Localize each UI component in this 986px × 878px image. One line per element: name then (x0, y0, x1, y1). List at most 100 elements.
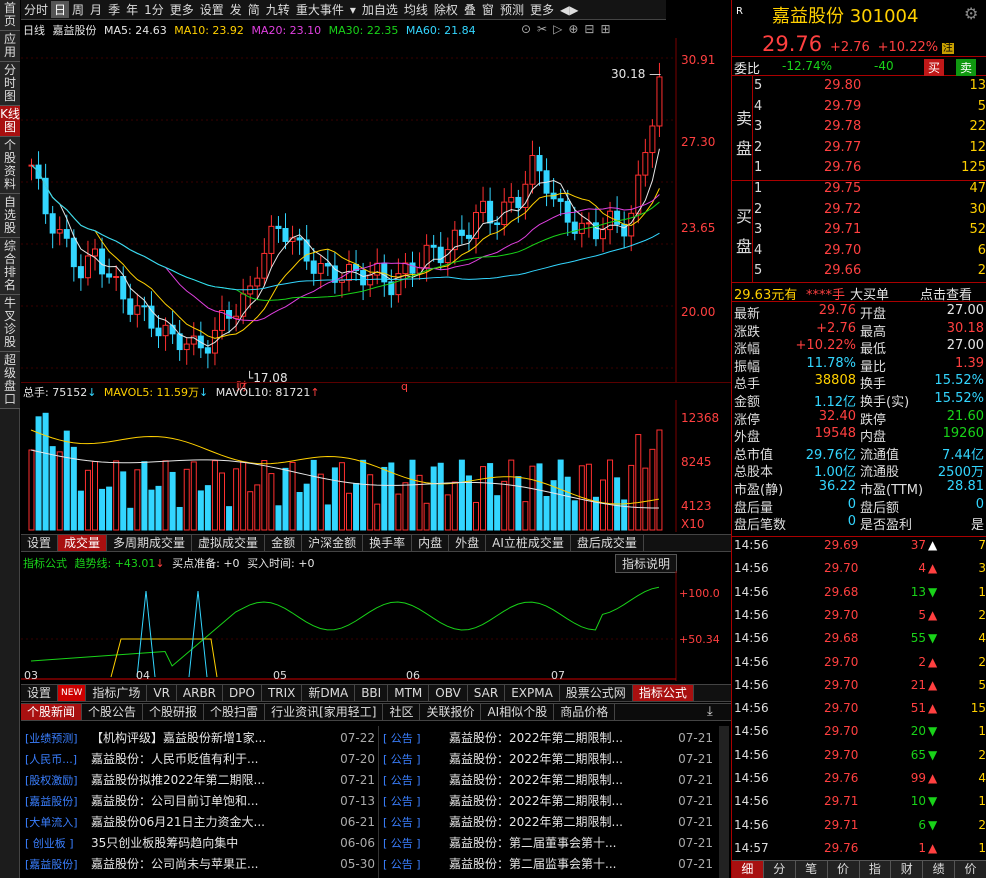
toolbar-item[interactable]: 分时 (21, 1, 51, 18)
download-icon[interactable]: ⤓ (707, 704, 713, 719)
big-order-link[interactable]: 点击查看 (920, 284, 972, 303)
toolbar-item[interactable]: 1分 (141, 1, 167, 18)
news-row[interactable]: [ 公告 ] 嘉益股份：2022年第二期限制... 07-21 (383, 769, 713, 790)
sell-button[interactable]: 卖 (956, 59, 977, 76)
tab-item[interactable]: 社区 (383, 704, 421, 720)
toolbar-item[interactable]: 除权 (431, 1, 461, 18)
toolbar-item[interactable]: 叠 (461, 1, 479, 18)
left-nav-item[interactable]: 综合排名 (0, 238, 20, 295)
toolbar-item[interactable]: 更多 (527, 1, 557, 18)
news-row[interactable]: [ 创业板 ] 35只创业板股筹码趋向集中 06-06 (25, 832, 375, 853)
tab-item[interactable]: AI立桩成交量 (486, 535, 571, 551)
news-title[interactable]: 嘉益股份：2022年第二期限制... (449, 790, 673, 811)
news-title[interactable]: 嘉益股份：公司尚未与苹果正... (91, 853, 335, 874)
toolbar-item[interactable]: 预测 (497, 1, 527, 18)
left-nav-item[interactable]: 超级盘口 (0, 352, 20, 409)
news-row[interactable]: [ 公告 ] 嘉益股份：2022年第二期限制... 07-21 (383, 790, 713, 811)
news-title[interactable]: 嘉益股份：人民币贬值有利于... (91, 748, 335, 769)
toolbar-item[interactable]: 周 (69, 1, 87, 18)
tab-item[interactable]: TRIX (262, 685, 303, 701)
detail-tab[interactable]: 笔 (796, 861, 828, 878)
tab-item[interactable]: SAR (468, 685, 506, 701)
news-title[interactable]: 嘉益股份：2022年第二期限制... (449, 769, 673, 790)
tab-item[interactable]: DPO (223, 685, 262, 701)
news-title[interactable]: 嘉益股份：2022年第二期限制... (449, 748, 673, 769)
news-row[interactable]: [股权激励] 嘉益股份拟推2022年第二期限... 07-21 (25, 769, 375, 790)
detail-tab[interactable]: 分 (764, 861, 796, 878)
news-title[interactable]: 嘉益股份06月21日主力资金大... (91, 811, 335, 832)
tab-item[interactable]: 内盘 (412, 535, 450, 551)
toolbar-item[interactable]: 日 (51, 1, 70, 18)
tab-item[interactable]: ARBR (177, 685, 224, 701)
toolbar-item[interactable]: 简 (245, 1, 263, 18)
news-title[interactable]: 嘉益股份：2022年第二期限制... (449, 811, 673, 832)
news-title[interactable]: 【机构评级】嘉益股份新增1家... (91, 727, 335, 748)
news-row[interactable]: [ 公告 ] 嘉益股份：2022年第二期限制... 07-21 (383, 727, 713, 748)
news-title[interactable]: 嘉益股份：第二届董事会第十... (449, 832, 673, 853)
toolbar-item[interactable]: 月 (87, 1, 105, 18)
toolbar-item[interactable]: 发 (227, 1, 245, 18)
toolbar-item[interactable]: 季 (105, 1, 123, 18)
tab-item[interactable]: AI相似个股 (481, 704, 555, 720)
news-title[interactable]: 嘉益股份拟推2022年第二期限... (91, 769, 335, 790)
volume-chart[interactable]: 12368 8245 4123 X10 (21, 400, 731, 532)
detail-tab[interactable]: 细 (732, 861, 764, 878)
tab-item[interactable]: 虚拟成交量 (192, 535, 266, 551)
toolbar-item[interactable]: 窗 (479, 1, 497, 18)
news-title[interactable]: 嘉益股份：2022年第二期限制... (449, 727, 673, 748)
kline-chart[interactable]: 30.9127.3023.6520.0030.18 —└17.08财 q (21, 38, 731, 400)
tab-item[interactable]: BBI (355, 685, 389, 701)
toolbar-item[interactable]: 年 (123, 1, 141, 18)
buy-button[interactable]: 买 (924, 59, 945, 76)
chart-tool-icons[interactable]: ⊙✂▷⊕⊟⊞ (521, 22, 617, 36)
tab-item[interactable]: 成交量 (58, 535, 108, 551)
news-row[interactable]: [ 公告 ] 嘉益股份：第二届董事会第十... 07-21 (383, 832, 713, 853)
news-row[interactable]: [业绩预测] 【机构评级】嘉益股份新增1家... 07-22 (25, 727, 375, 748)
toolbar-item[interactable]: 重大事件 (293, 1, 347, 18)
detail-tab[interactable]: 价 (828, 861, 860, 878)
tab-item[interactable]: 盘后成交量 (571, 535, 644, 551)
left-nav-item[interactable]: 自选股 (0, 194, 20, 238)
news-title[interactable]: 嘉益股份：第二届监事会第十... (449, 853, 673, 874)
left-nav-item[interactable]: 牛叉诊股 (0, 295, 20, 352)
tab-item[interactable]: 指标广场 (86, 685, 148, 701)
left-nav-item[interactable]: 首页 (0, 0, 20, 31)
tab-item[interactable]: 行业资讯[家用轻工] (265, 704, 384, 720)
tab-item[interactable]: 沪深金额 (302, 535, 364, 551)
news-row[interactable]: [嘉益股份] 嘉益股份：公司尚未与苹果正... 05-30 (25, 853, 375, 874)
news-row[interactable]: [嘉益股份] 嘉益股份：公司目前订单饱和... 07-13 (25, 790, 375, 811)
news-scrollbar[interactable] (719, 726, 729, 878)
news-row[interactable]: [大单流入] 嘉益股份06月21日主力资金大... 06-21 (25, 811, 375, 832)
left-nav-item[interactable]: 分时图 (0, 62, 20, 106)
tab-item[interactable]: VR (147, 685, 177, 701)
left-nav-item[interactable]: 应用 (0, 31, 20, 62)
news-row[interactable]: [ 公告 ] 嘉益股份：2022年第二期限制... 07-21 (383, 748, 713, 769)
toolbar-item[interactable]: 设置 (197, 1, 227, 18)
toolbar-item[interactable]: ◀▶ (557, 3, 581, 17)
tab-item[interactable]: 金额 (265, 535, 303, 551)
toolbar-item[interactable]: 均线 (401, 1, 431, 18)
tab-item[interactable]: 个股新闻 (21, 704, 83, 720)
news-title[interactable]: 嘉益股份：公司目前订单饱和... (91, 790, 335, 811)
tab-item[interactable]: 设置 (21, 685, 59, 701)
toolbar-item[interactable]: 九转 (263, 1, 293, 18)
tab-item[interactable]: 多周期成交量 (107, 535, 193, 551)
tab-item[interactable]: 股票公式网 (560, 685, 633, 701)
indicator-chart[interactable]: +100.0 +50.34 03 04 05 06 07 (21, 571, 731, 681)
tab-item[interactable]: 个股公告 (82, 704, 144, 720)
tab-item[interactable]: MTM (388, 685, 430, 701)
news-row[interactable]: [人民币...] 嘉益股份：人民币贬值有利于... 07-20 (25, 748, 375, 769)
tab-item[interactable]: 指标公式 (632, 685, 694, 701)
toolbar-item[interactable]: ▾ (347, 3, 359, 17)
tab-item[interactable]: 关联报价 (420, 704, 482, 720)
news-row[interactable]: [ 公告 ] 嘉益股份：第二届监事会第十... 07-21 (383, 853, 713, 874)
tab-item[interactable]: EXPMA (505, 685, 560, 701)
tab-item[interactable]: OBV (429, 685, 468, 701)
tab-item[interactable]: 个股研报 (143, 704, 205, 720)
tab-item[interactable]: NEW (58, 685, 87, 701)
tab-item[interactable]: 换手率 (363, 535, 413, 551)
tab-item[interactable]: 个股扫雷 (204, 704, 266, 720)
tab-item[interactable]: 商品价格 (554, 704, 616, 720)
detail-tab[interactable]: 财 (891, 861, 924, 878)
detail-tab[interactable]: 指 (860, 861, 892, 878)
